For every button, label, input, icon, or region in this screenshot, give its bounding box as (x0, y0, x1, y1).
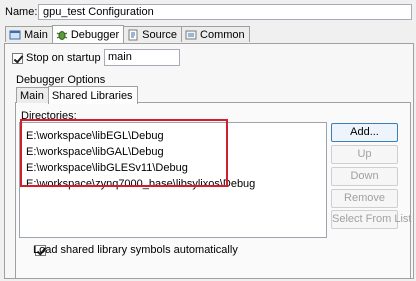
tab-source[interactable]: Source (123, 26, 183, 42)
main-tab-icon (9, 29, 21, 41)
down-button[interactable]: Down (331, 167, 398, 186)
load-symbols-label: Load shared library symbols automaticall… (33, 244, 238, 256)
stop-on-startup-label: Stop on startup at: (26, 52, 116, 64)
tab-common-label: Common (200, 28, 245, 41)
tab-options-main[interactable]: Main (16, 87, 49, 103)
tab-main-label: Main (24, 28, 48, 41)
configuration-name-field[interactable]: gpu_test Configuration (38, 4, 412, 20)
debugger-options-label: Debugger Options (16, 74, 106, 86)
remove-button[interactable]: Remove (331, 189, 398, 208)
up-button[interactable]: Up (331, 145, 398, 164)
tab-shared-libraries-label: Shared Libraries (51, 89, 133, 102)
tab-debugger-label: Debugger (70, 28, 120, 41)
stop-on-startup-checkbox[interactable] (12, 53, 24, 64)
launch-config-tabs: Main Debugger Source Common (5, 25, 250, 43)
tab-main[interactable]: Main (5, 26, 53, 42)
tab-common[interactable]: Common (181, 26, 250, 42)
tab-debugger[interactable]: Debugger (51, 25, 125, 43)
annotation-highlight-box (20, 119, 228, 187)
source-icon (127, 29, 139, 41)
stop-on-startup-field[interactable]: main (104, 49, 180, 66)
common-icon (185, 29, 197, 41)
tab-shared-libraries[interactable]: Shared Libraries (47, 86, 138, 104)
tab-options-main-label: Main (20, 89, 44, 102)
add-button[interactable]: Add... (331, 123, 398, 142)
debugger-icon (56, 29, 68, 41)
tab-source-label: Source (142, 28, 178, 41)
name-label: Name: (5, 6, 38, 18)
debugger-options-tabs: Main Shared Libraries (16, 86, 138, 104)
select-from-list-button[interactable]: Select From List (331, 210, 411, 229)
